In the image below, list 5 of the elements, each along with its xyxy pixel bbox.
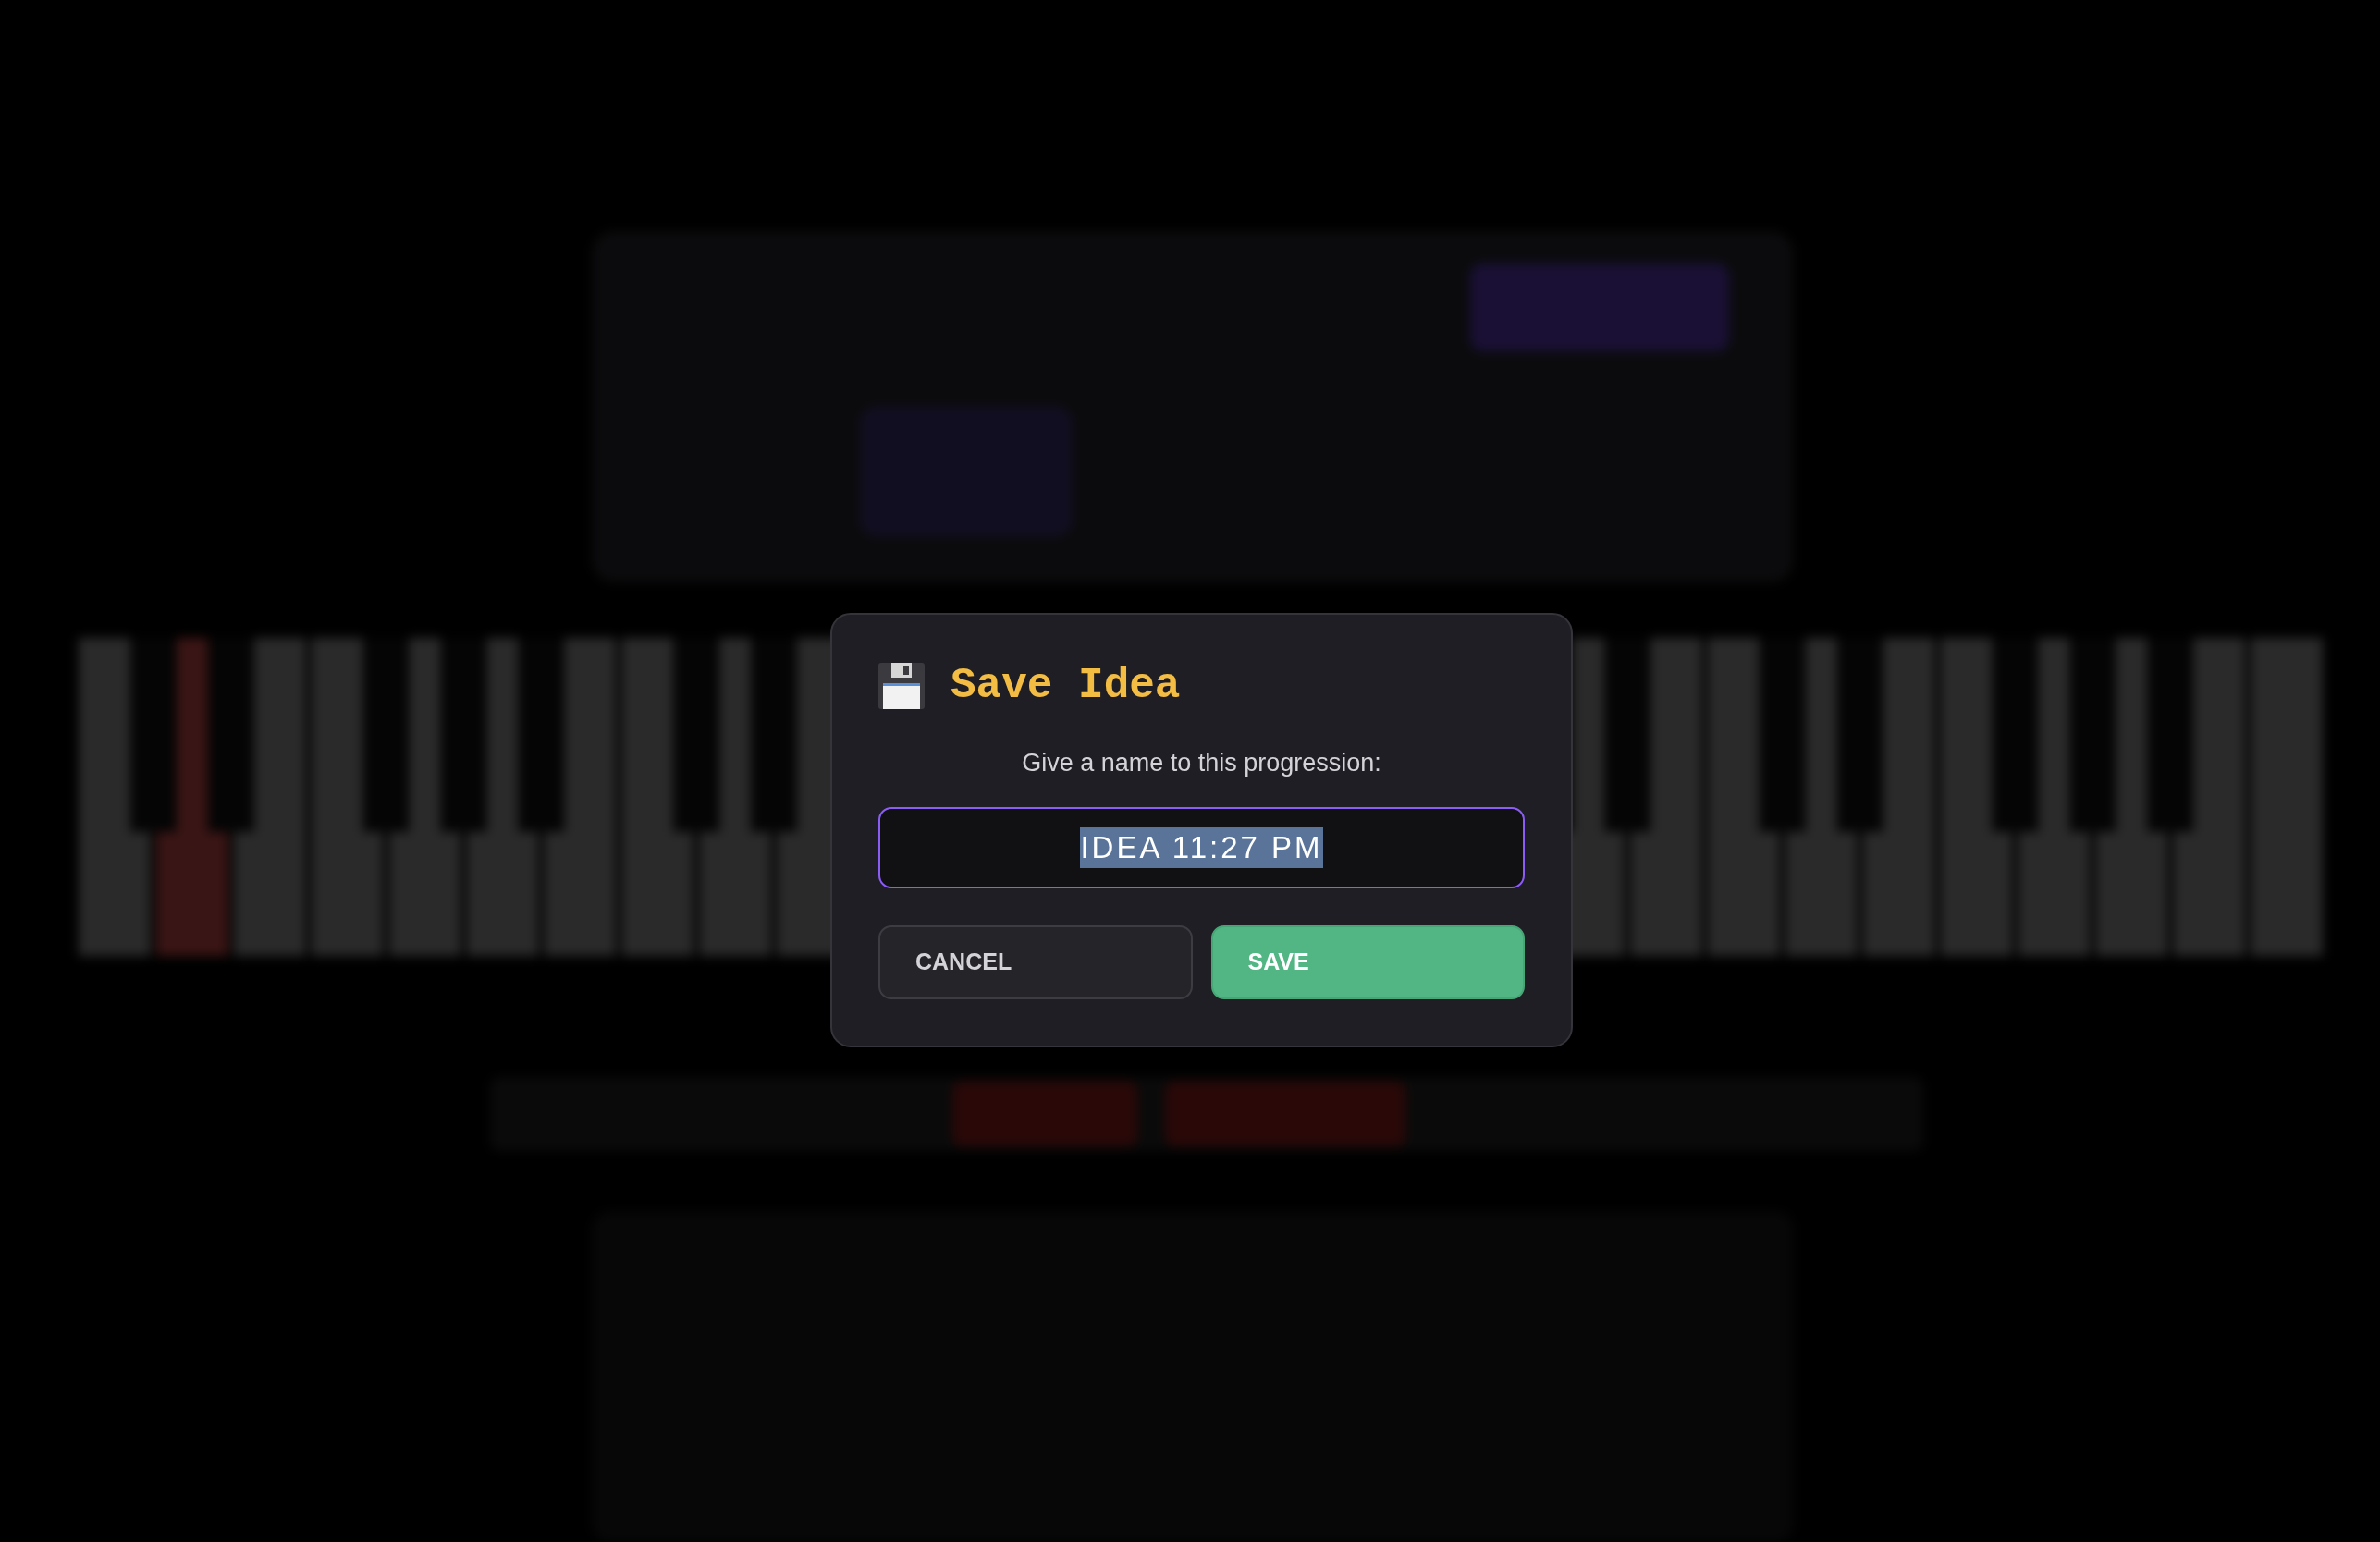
dialog-prompt: Give a name to this progression: bbox=[1021, 748, 1382, 778]
save-button[interactable]: SAVE bbox=[1210, 924, 1525, 999]
name-input-field[interactable]: IDEA 11:27 PM bbox=[878, 806, 1525, 888]
cancel-button[interactable]: CANCEL bbox=[878, 924, 1193, 999]
dialog-title: Save Idea bbox=[951, 665, 1181, 707]
